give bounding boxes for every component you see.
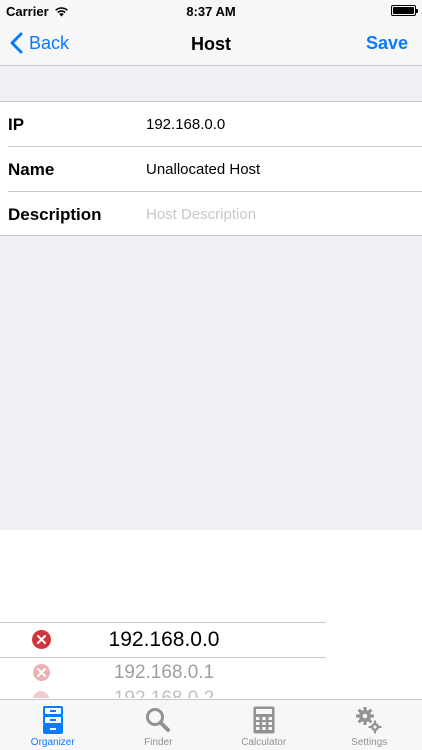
tab-bar: Organizer Finder Calculator Settings	[0, 699, 422, 750]
tab-organizer[interactable]: Organizer	[0, 700, 106, 750]
form-row-description: Description	[0, 192, 422, 237]
picker-ip: 192.168.0.2	[104, 688, 224, 698]
picker-row[interactable]: 192.168.0.1	[0, 658, 326, 692]
ip-picker[interactable]: 192.168.0.0 192.168.0.1 192.168.0.2	[0, 530, 422, 698]
tab-label: Organizer	[30, 737, 75, 748]
calculator-icon	[250, 705, 278, 735]
battery-icon	[391, 5, 418, 16]
host-form: IP Name Description	[0, 101, 422, 236]
picker-ip: 192.168.0.1	[113, 662, 215, 683]
delete-icon[interactable]	[33, 664, 50, 681]
name-label: Name	[8, 160, 55, 179]
status-time: 8:37 AM	[186, 4, 236, 19]
tab-finder[interactable]: Finder	[106, 700, 212, 750]
gears-icon	[355, 705, 383, 735]
delete-icon[interactable]	[33, 691, 49, 698]
status-right	[391, 5, 418, 16]
form-row-ip: IP	[0, 102, 422, 147]
x-icon	[37, 668, 46, 677]
form-row-name: Name	[0, 147, 422, 192]
picker-row[interactable]: 192.168.0.2	[0, 688, 326, 698]
ip-field[interactable]	[146, 116, 406, 133]
picker-ip: 192.168.0.0	[108, 628, 220, 651]
tab-label: Calculator	[241, 737, 287, 748]
section-header-spacer	[0, 66, 422, 101]
name-field[interactable]	[146, 161, 406, 178]
navigation-bar: Back Host Save	[0, 22, 422, 66]
description-field[interactable]	[146, 206, 406, 223]
description-label: Description	[8, 205, 102, 224]
tab-settings[interactable]: Settings	[317, 700, 422, 750]
ip-label: IP	[8, 115, 25, 134]
magnifier-icon	[144, 705, 172, 735]
status-bar: Carrier 8:37 AM	[0, 0, 422, 22]
x-icon	[37, 635, 46, 644]
page-title: Host	[191, 34, 231, 54]
delete-icon[interactable]	[32, 630, 51, 649]
tab-label: Finder	[144, 737, 173, 748]
tab-label: Settings	[351, 737, 388, 748]
content-background	[0, 236, 422, 530]
organizer-icon	[39, 705, 67, 735]
save-button[interactable]: Save	[366, 33, 408, 54]
picker-row-selected[interactable]: 192.168.0.0	[0, 623, 326, 657]
tab-calculator[interactable]: Calculator	[211, 700, 317, 750]
